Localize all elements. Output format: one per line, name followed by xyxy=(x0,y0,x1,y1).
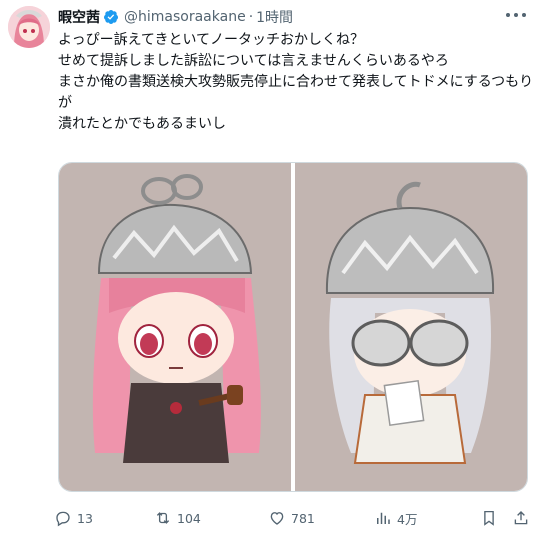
tweet: 暇空茜 @himasoraakane · 1時間 よっぴー訴えてきといてノータッ… xyxy=(0,0,544,544)
bookmark-button[interactable] xyxy=(480,508,503,528)
view-count: 4万 xyxy=(397,511,418,527)
tweet-text-line: まさか俺の書類送検大攻勢販売停止に合わせて発表してトドメにするつもり xyxy=(58,74,534,90)
repost-icon xyxy=(156,512,170,524)
tweet-text-line: が xyxy=(58,95,72,111)
character-illustration-silver-hair-icon xyxy=(325,181,495,464)
tweet-text: よっぴー訴えてきといてノータッチおかしくね？ せめて提訴しました訴訟については言… xyxy=(58,30,534,135)
reply-button[interactable]: 13 xyxy=(54,508,93,528)
avatar[interactable] xyxy=(8,6,50,48)
display-name[interactable]: 暇空茜 xyxy=(58,7,100,27)
media-grid xyxy=(58,162,528,492)
media-image-right[interactable] xyxy=(295,163,527,491)
analytics-icon xyxy=(377,512,390,524)
views-button[interactable]: 4万 xyxy=(374,508,417,528)
tweet-header: 暇空茜 @himasoraakane · 1時間 xyxy=(58,6,293,28)
tweet-text-line: 潰れたとかでもあるまいし xyxy=(58,116,226,132)
character-illustration-pink-hair-icon xyxy=(92,174,261,463)
more-options-icon[interactable] xyxy=(506,7,526,23)
handle[interactable]: @himasoraakane xyxy=(124,9,246,25)
action-bar: 13 104 781 4万 xyxy=(50,504,540,532)
media-image-left[interactable] xyxy=(59,163,291,491)
like-button[interactable]: 781 xyxy=(268,508,315,528)
verified-badge-icon xyxy=(104,10,118,25)
tweet-text-line: せめて提訴しました訴訟については言えませんくらいあるやろ xyxy=(58,53,449,69)
heart-icon xyxy=(270,512,284,525)
share-button[interactable] xyxy=(512,508,535,528)
repost-button[interactable]: 104 xyxy=(154,508,201,528)
repost-count: 104 xyxy=(177,510,201,526)
tweet-text-line: よっぴー訴えてきといてノータッチおかしくね？ xyxy=(58,32,365,48)
separator: · xyxy=(248,9,254,25)
share-icon xyxy=(514,511,528,525)
reply-icon xyxy=(56,511,70,527)
like-count: 781 xyxy=(291,510,315,526)
timestamp[interactable]: 1時間 xyxy=(256,7,293,27)
reply-count: 13 xyxy=(77,510,93,526)
bookmark-icon xyxy=(484,510,494,526)
